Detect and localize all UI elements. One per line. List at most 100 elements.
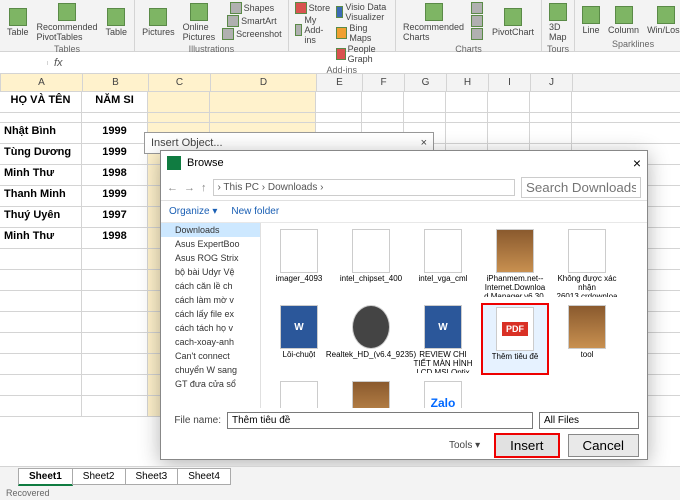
tree-item[interactable]: Can't connect bbox=[161, 349, 260, 363]
pivot-table-button[interactable]: Table bbox=[4, 2, 32, 43]
sheet-tab-3[interactable]: Sheet3 bbox=[125, 468, 179, 485]
table-button[interactable]: Table bbox=[103, 2, 131, 43]
insert-button[interactable]: Insert bbox=[494, 433, 559, 458]
tree-item[interactable]: cách căn lề ch bbox=[161, 279, 260, 293]
tree-item[interactable]: chuyển W sang bbox=[161, 363, 260, 377]
cell-year[interactable]: 1998 bbox=[82, 165, 148, 185]
col-header-j[interactable]: J bbox=[531, 74, 573, 91]
tree-item[interactable]: Downloads bbox=[161, 223, 260, 237]
cell-year[interactable]: 1999 bbox=[82, 123, 148, 143]
file-item[interactable] bbox=[265, 379, 333, 408]
shapes-button[interactable]: Shapes bbox=[220, 2, 284, 14]
file-item[interactable]: iPhanmem.net--Internet.Downloa d.Manager… bbox=[481, 227, 549, 299]
header-name[interactable]: HỌ VÀ TÊN bbox=[0, 92, 82, 112]
sheet-tab-4[interactable]: Sheet4 bbox=[177, 468, 231, 485]
forward-button[interactable]: → bbox=[184, 182, 195, 194]
file-item[interactable]: WLỗi-chuột bbox=[265, 303, 333, 375]
cell-name[interactable]: Minh Thư bbox=[0, 165, 82, 185]
file-item[interactable]: tool bbox=[553, 303, 621, 375]
chart-type-3[interactable] bbox=[469, 28, 487, 40]
new-folder-button[interactable]: New folder bbox=[231, 206, 279, 217]
organize-button[interactable]: Organize ▾ bbox=[169, 206, 217, 217]
cell-year[interactable]: 1999 bbox=[82, 186, 148, 206]
sheet-tabs: Sheet1 Sheet2 Sheet3 Sheet4 bbox=[0, 466, 680, 486]
col-header-h[interactable]: H bbox=[447, 74, 489, 91]
sheet-tab-1[interactable]: Sheet1 bbox=[18, 468, 73, 486]
rar-file-icon bbox=[568, 305, 606, 349]
cancel-button[interactable]: Cancel bbox=[568, 434, 640, 457]
visio-button[interactable]: Visio Data Visualizer bbox=[334, 2, 391, 22]
sparkline-winloss-button[interactable]: Win/Loss bbox=[644, 2, 680, 38]
file-name-input[interactable] bbox=[227, 412, 533, 429]
sparkline-column-button[interactable]: Column bbox=[605, 2, 642, 38]
pivotchart-button[interactable]: PivotChart bbox=[489, 2, 537, 43]
chart-type-1[interactable] bbox=[469, 2, 487, 14]
col-header-c[interactable]: C bbox=[149, 74, 211, 91]
sparkline-line-button[interactable]: Line bbox=[579, 2, 603, 38]
folder-tree[interactable]: DownloadsAsus ExpertBooAsus ROG Strixbộ … bbox=[161, 223, 261, 408]
file-item[interactable]: Thêm tiêu đề bbox=[481, 303, 549, 375]
col-header-b[interactable]: B bbox=[83, 74, 149, 91]
online-pictures-button[interactable]: Online Pictures bbox=[180, 2, 219, 43]
file-item[interactable]: imager_4093 bbox=[265, 227, 333, 299]
file-item[interactable]: Realtek_HD_(v6.4_9235) bbox=[337, 303, 405, 375]
tree-item[interactable]: cach-xoay-anh bbox=[161, 335, 260, 349]
recommended-pivot-button[interactable]: Recommended PivotTables bbox=[34, 2, 101, 43]
col-header-d[interactable]: D bbox=[211, 74, 317, 91]
cell-name[interactable]: Nhật Bình bbox=[0, 123, 82, 143]
file-item[interactable]: ZaloZalo bbox=[409, 379, 477, 408]
file-item[interactable] bbox=[337, 379, 405, 408]
file-item[interactable]: intel_vga_cml bbox=[409, 227, 477, 299]
cell-year[interactable]: 1999 bbox=[82, 144, 148, 164]
back-button[interactable]: ← bbox=[167, 182, 178, 194]
tree-item[interactable]: bộ bài Udyr Vệ bbox=[161, 265, 260, 279]
file-item[interactable]: Không được xác nhận 26013.crdownloa bbox=[553, 227, 621, 299]
file-filter-dropdown[interactable] bbox=[539, 412, 639, 429]
file-list[interactable]: imager_4093intel_chipset_400intel_vga_cm… bbox=[261, 223, 647, 408]
cell-name[interactable]: Tùng Dương bbox=[0, 144, 82, 164]
fx-button[interactable]: fx bbox=[48, 57, 69, 69]
col-header-e[interactable]: E bbox=[317, 74, 363, 91]
chart-type-2[interactable] bbox=[469, 15, 487, 27]
cell-name[interactable]: Minh Thư bbox=[0, 228, 82, 248]
col-header-a[interactable]: A bbox=[1, 74, 83, 91]
tools-dropdown[interactable]: Tools ▾ bbox=[449, 440, 480, 451]
recommended-charts-button[interactable]: Recommended Charts bbox=[400, 2, 467, 43]
pictures-button[interactable]: Pictures bbox=[139, 2, 178, 43]
people-graph-button[interactable]: People Graph bbox=[334, 44, 391, 64]
tree-item[interactable]: cách lấy file ex bbox=[161, 307, 260, 321]
tree-item[interactable]: Asus ExpertBoo bbox=[161, 237, 260, 251]
file-item[interactable]: intel_chipset_400 bbox=[337, 227, 405, 299]
3d-map-button[interactable]: 3D Map bbox=[546, 2, 570, 43]
up-button[interactable]: ↑ bbox=[201, 182, 207, 194]
sheet-tab-2[interactable]: Sheet2 bbox=[72, 468, 126, 485]
cell-name[interactable]: Thuý Uyên bbox=[0, 207, 82, 227]
tree-item[interactable]: Asus ROG Strix bbox=[161, 251, 260, 265]
column-headers: A B C D E F G H I J bbox=[0, 74, 680, 92]
file-item[interactable]: WREVIEW CHI TIẾT MÀN HÌNH LCD MSI Optix … bbox=[409, 303, 477, 375]
dialog-close-button[interactable]: × bbox=[633, 155, 641, 171]
tree-item[interactable]: cách làm mờ v bbox=[161, 293, 260, 307]
col-header-f[interactable]: F bbox=[363, 74, 405, 91]
search-input[interactable] bbox=[521, 177, 641, 198]
insert-object-title: Insert Object... bbox=[151, 137, 223, 149]
cell-year[interactable]: 1997 bbox=[82, 207, 148, 227]
store-button[interactable]: Store bbox=[293, 2, 333, 14]
header-year[interactable]: NĂM SI bbox=[82, 92, 148, 112]
txt-file-icon bbox=[568, 229, 606, 273]
name-box[interactable] bbox=[0, 61, 48, 65]
cell-year[interactable]: 1998 bbox=[82, 228, 148, 248]
charts-group-label: Charts bbox=[400, 43, 537, 54]
breadcrumb[interactable]: › This PC › Downloads › bbox=[213, 179, 516, 196]
cell-name[interactable]: Thanh Minh bbox=[0, 186, 82, 206]
screenshot-button[interactable]: Screenshot bbox=[220, 28, 284, 40]
col-header-g[interactable]: G bbox=[405, 74, 447, 91]
smartart-button[interactable]: SmartArt bbox=[220, 15, 284, 27]
col-header-i[interactable]: I bbox=[489, 74, 531, 91]
tree-item[interactable]: GT đưa cửa sổ bbox=[161, 377, 260, 391]
bing-maps-button[interactable]: Bing Maps bbox=[334, 23, 391, 43]
close-icon[interactable]: × bbox=[421, 137, 427, 149]
my-addins-button[interactable]: My Add-ins bbox=[293, 15, 333, 45]
tree-item[interactable]: cách tách họ v bbox=[161, 321, 260, 335]
file-name-label: File name: bbox=[169, 415, 221, 426]
